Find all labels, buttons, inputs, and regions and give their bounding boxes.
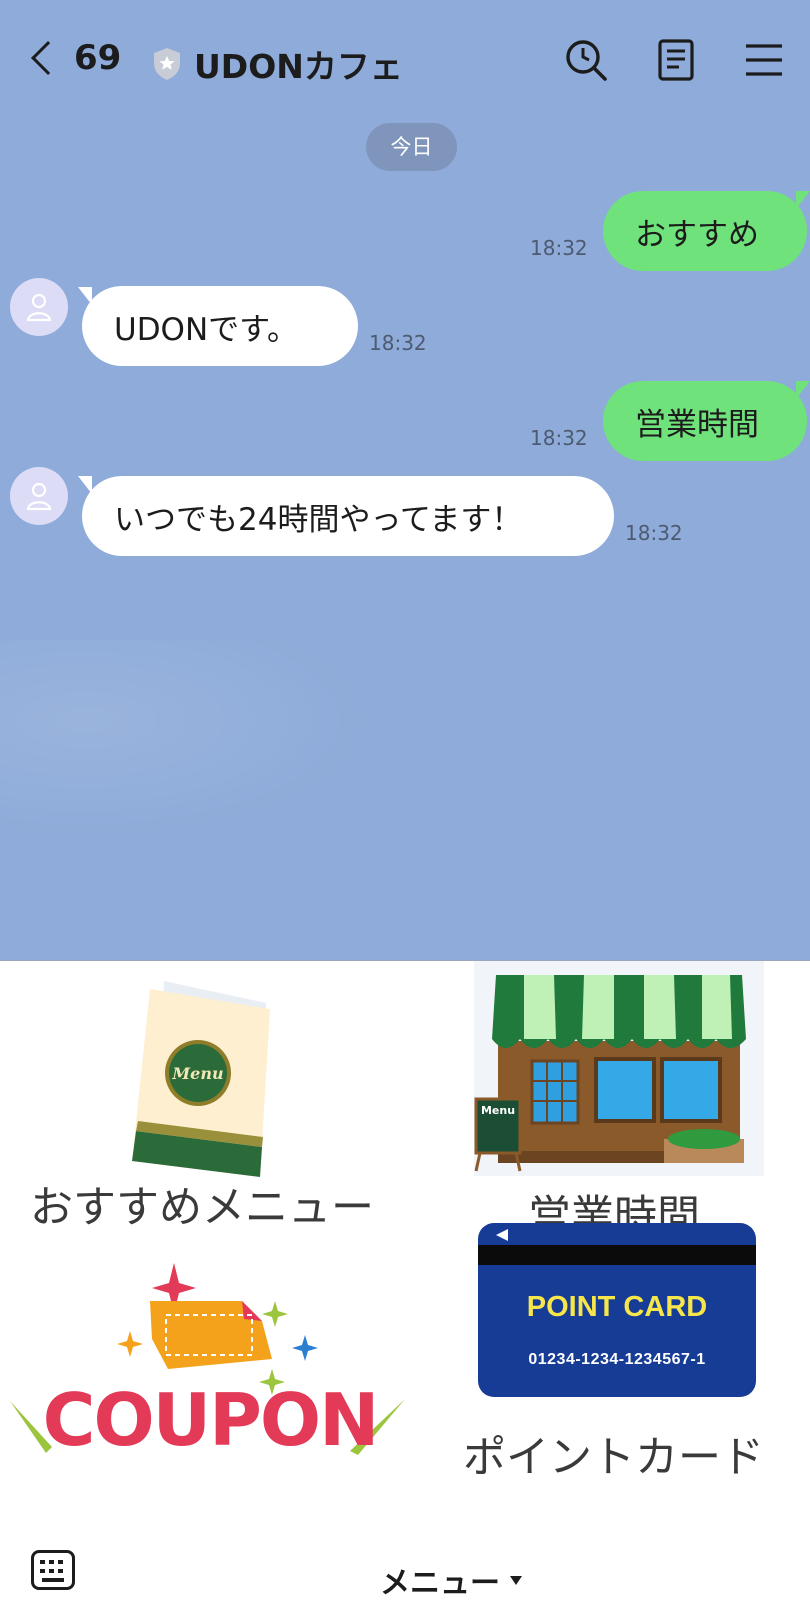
- chevron-left-icon: [31, 41, 65, 75]
- message-time: 18:32: [369, 331, 427, 355]
- incoming-message-bubble[interactable]: UDONです。: [82, 286, 358, 366]
- card-magnetic-stripe: [478, 1245, 756, 1265]
- point-card-image: POINT CARD 01234-1234-1234567-1: [478, 1223, 756, 1397]
- menu-toggle-label: メニュー: [380, 1566, 500, 1600]
- chat-header: 69 UDONカフェ: [0, 0, 810, 120]
- rich-menu-item-coupon[interactable]: COUPON: [0, 1241, 405, 1521]
- message-text: 営業時間: [635, 406, 759, 443]
- rich-menu-item-hours[interactable]: Menu 営業時間: [405, 961, 810, 1242]
- message-text: いつでも24時間やってます！: [114, 501, 523, 538]
- avatar[interactable]: [10, 467, 68, 525]
- message-time: 18:32: [530, 236, 588, 260]
- bubble-tail: [796, 381, 810, 399]
- outgoing-message-bubble[interactable]: おすすめ: [603, 191, 807, 271]
- outgoing-message-bubble[interactable]: 営業時間: [603, 381, 807, 461]
- message-text: UDONです。: [114, 311, 299, 348]
- menu-book-icon: Menu: [132, 981, 270, 1177]
- svg-text:Menu: Menu: [481, 1104, 515, 1117]
- hamburger-menu-icon[interactable]: [742, 38, 786, 82]
- user-icon: [26, 293, 52, 322]
- bubble-tail: [796, 191, 810, 209]
- chat-area[interactable]: 69 UDONカフェ 今日 18:32 おすすめ UDONです。 18:32 1…: [0, 0, 810, 960]
- keyboard-toggle-icon[interactable]: [31, 1550, 75, 1590]
- date-separator: 今日: [366, 123, 457, 171]
- notes-icon[interactable]: [654, 38, 698, 82]
- rich-menu-item-point-card[interactable]: POINT CARD 01234-1234-1234567-1 ポイントカード: [405, 1223, 810, 1521]
- svg-text:COUPON: COUPON: [43, 1378, 378, 1462]
- caret-down-icon: [510, 1575, 522, 1585]
- coupon-illustration: COUPON: [10, 1263, 405, 1462]
- arrow-left-icon: [496, 1229, 508, 1241]
- bottom-bar: メニュー: [0, 1520, 810, 1600]
- official-badge-icon: [154, 48, 180, 80]
- search-icon[interactable]: [564, 38, 608, 82]
- rich-menu-label: おすすめメニュー: [30, 1183, 374, 1233]
- incoming-message-bubble[interactable]: いつでも24時間やってます！: [82, 476, 614, 556]
- rich-menu-item-recommended[interactable]: Menu おすすめメニュー: [0, 961, 405, 1241]
- message-time: 18:32: [530, 426, 588, 450]
- rich-menu-label: ポイントカード: [463, 1433, 764, 1483]
- rich-menu-toggle[interactable]: メニュー: [380, 1558, 522, 1600]
- card-title: POINT CARD: [526, 1291, 708, 1323]
- message-text: おすすめ: [635, 216, 759, 253]
- chat-title-group[interactable]: UDONカフェ: [152, 40, 403, 88]
- background-cloud: [0, 640, 380, 840]
- unread-count: 69: [74, 38, 122, 78]
- back-button[interactable]: 69: [26, 38, 121, 78]
- storefront-icon: Menu: [474, 961, 764, 1176]
- message-time: 18:32: [625, 521, 683, 545]
- chat-title: UDONカフェ: [194, 47, 403, 86]
- user-icon: [26, 482, 52, 511]
- avatar[interactable]: [10, 278, 68, 336]
- card-number: 01234-1234-1234567-1: [528, 1351, 706, 1368]
- rich-menu: Menu おすすめメニュー Menu 営業時間 COUPON POINT CAR…: [0, 960, 810, 1520]
- svg-text:Menu: Menu: [171, 1064, 223, 1083]
